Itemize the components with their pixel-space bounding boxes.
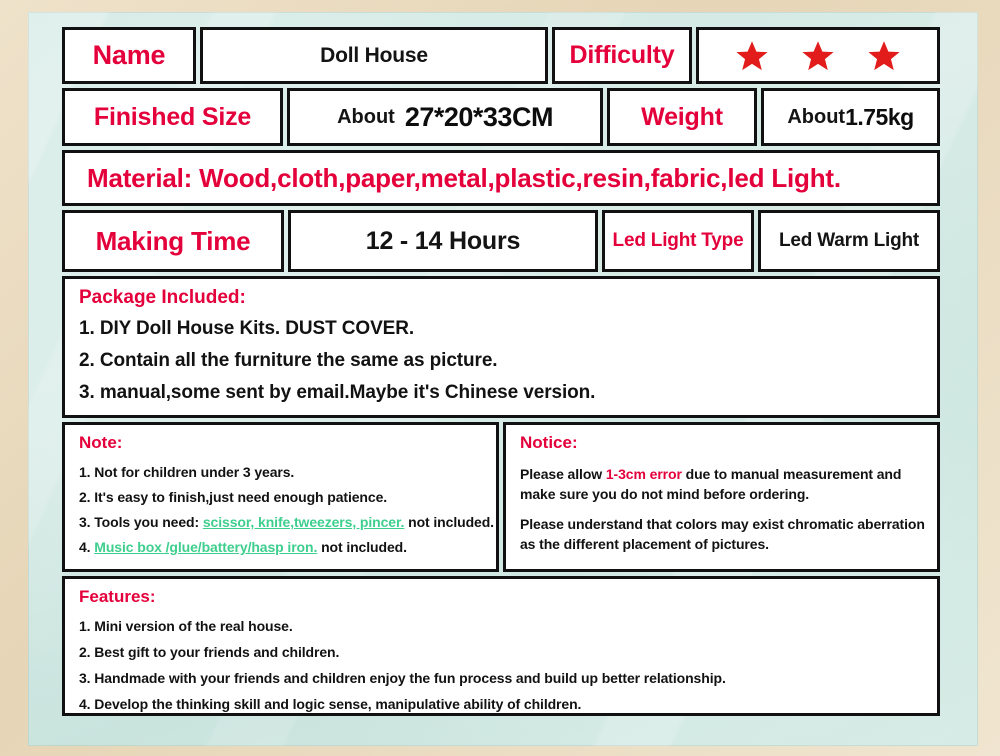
- notice-line: Please understand that colors may exist …: [520, 515, 925, 552]
- weight-label: Weight: [641, 102, 723, 131]
- finished-size-value: 27*20*33CM: [404, 101, 554, 132]
- weight-label-cell: Weight: [607, 88, 757, 146]
- name-value: Doll House: [320, 43, 428, 67]
- note-item: 3. Tools you need: scissor, knife,tweeze…: [79, 514, 494, 530]
- feature-item: 1. Mini version of the real house.: [79, 618, 293, 634]
- star-icon: [868, 40, 900, 70]
- name-label-cell: Name: [62, 27, 196, 84]
- note-item3-prefix: 3. Tools you need:: [79, 514, 200, 530]
- finished-size-value-cell: About 27*20*33CM: [287, 88, 603, 146]
- making-time-label-cell: Making Time: [62, 210, 284, 272]
- led-light-type-label-cell: Led Light Type: [602, 210, 754, 272]
- weight-value: 1.75kg: [845, 103, 914, 130]
- weight-value-cell: About 1.75kg: [761, 88, 940, 146]
- feature-item: 3. Handmade with your friends and childr…: [79, 670, 726, 686]
- star-icon: [736, 40, 768, 70]
- difficulty-label-cell: Difficulty: [552, 27, 692, 84]
- making-time-label: Making Time: [95, 225, 251, 256]
- led-light-type-value: Led Warm Light: [778, 230, 920, 251]
- finished-size-about-text: About: [337, 105, 395, 128]
- notice-error-tolerance: 1-3cm error: [605, 466, 682, 482]
- led-light-type-value-cell: Led Warm Light: [758, 210, 940, 272]
- name-label: Name: [92, 40, 166, 70]
- spec-row-material: Material: Wood,cloth,paper,metal,plastic…: [62, 150, 940, 206]
- package-item: 1. DIY Doll House Kits. DUST COVER.: [79, 318, 415, 339]
- note-item4-suffix: not included.: [321, 539, 407, 555]
- making-time-value-cell: 12 - 14 Hours: [288, 210, 598, 272]
- making-time-value: 12 - 14 Hours: [365, 226, 521, 255]
- note-item4-prefix: 4.: [79, 539, 91, 555]
- package-included-section: Package Included: 1. DIY Doll House Kits…: [62, 276, 940, 418]
- package-included-block: Package Included: 1. DIY Doll House Kits…: [62, 276, 940, 418]
- name-value-cell: Doll House: [200, 27, 548, 84]
- spec-row-making-time: Making Time 12 - 14 Hours Led Light Type…: [62, 210, 940, 272]
- package-included-heading: Package Included:: [79, 287, 246, 308]
- difficulty-rating-cell: [696, 27, 940, 84]
- feature-item: 2. Best gift to your friends and childre…: [79, 644, 340, 660]
- finished-size-label: Finished Size: [93, 102, 252, 131]
- note-item: 1. Not for children under 3 years.: [79, 464, 295, 480]
- weight-about-text: About: [787, 105, 846, 128]
- difficulty-label: Difficulty: [569, 41, 675, 69]
- difficulty-star-group: [699, 39, 937, 73]
- note-item: 2. It's easy to finish,just need enough …: [79, 489, 388, 505]
- note-item3-suffix: not included.: [408, 514, 494, 530]
- note-item3-tools: scissor, knife,tweezers, pincer.: [202, 514, 405, 530]
- material-text: Material: Wood,cloth,paper,metal,plastic…: [87, 162, 841, 193]
- features-section: Features: 1. Mini version of the real ho…: [62, 576, 940, 716]
- feature-item: 4. Develop the thinking skill and logic …: [79, 696, 582, 712]
- package-item: 3. manual,some sent by email.Maybe it's …: [79, 382, 596, 403]
- finished-size-label-cell: Finished Size: [62, 88, 283, 146]
- product-spec-sheet: Name Doll House Difficulty Finished Size…: [62, 27, 940, 720]
- notice-line1-prefix: Please allow: [520, 466, 603, 482]
- note-item4-tools: Music box /glue/battery/hasp iron.: [94, 539, 318, 555]
- star-icon: [802, 40, 834, 70]
- notice-heading: Notice:: [520, 433, 578, 452]
- package-item: 2. Contain all the furniture the same as…: [79, 350, 498, 371]
- notice-block: Notice: Please allow 1-3cm error due to …: [503, 422, 940, 572]
- note-item: 4. Music box /glue/battery/hasp iron. no…: [79, 539, 486, 555]
- features-block: Features: 1. Mini version of the real ho…: [62, 576, 940, 716]
- note-notice-section: Note: 1. Not for children under 3 years.…: [62, 422, 940, 572]
- features-heading: Features:: [79, 587, 156, 606]
- notice-line: Please allow 1-3cm error due to manual m…: [520, 464, 927, 505]
- spec-row-name: Name Doll House Difficulty: [62, 27, 940, 84]
- spec-row-size-weight: Finished Size About 27*20*33CM Weight Ab…: [62, 88, 940, 146]
- material-cell: Material: Wood,cloth,paper,metal,plastic…: [62, 150, 940, 206]
- note-heading: Note:: [79, 433, 123, 452]
- note-block: Note: 1. Not for children under 3 years.…: [62, 422, 499, 572]
- led-light-type-label: Led Light Type: [612, 230, 744, 251]
